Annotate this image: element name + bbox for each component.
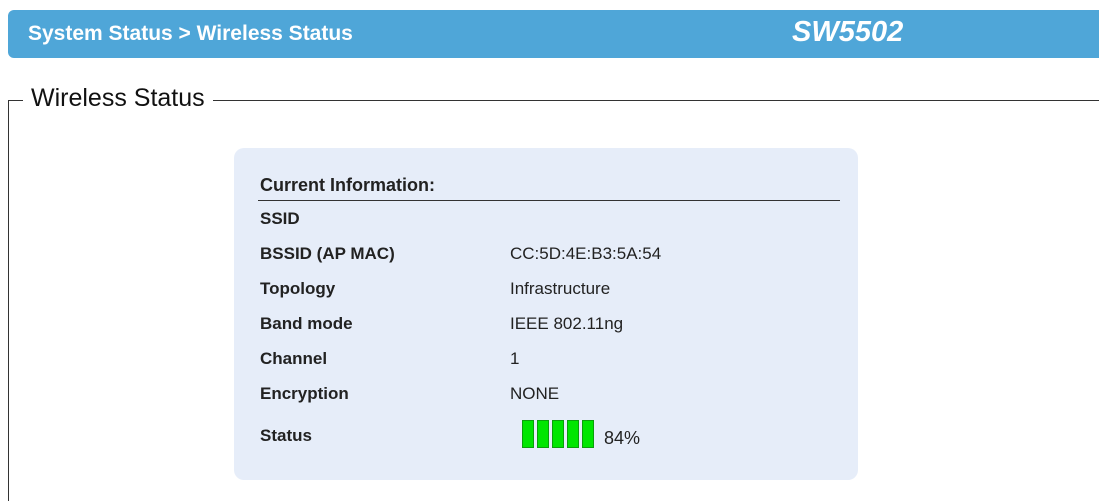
info-row-bssid: BSSID (AP MAC) CC:5D:4E:B3:5A:54: [234, 239, 858, 269]
signal-bar: [552, 420, 564, 448]
signal-bar: [567, 420, 579, 448]
info-row-channel: Channel 1: [234, 344, 858, 374]
row-label: Topology: [260, 279, 336, 298]
info-row-band-mode: Band mode IEEE 802.11ng: [234, 309, 858, 339]
signal-percent: 84%: [604, 428, 641, 448]
row-label: Channel: [260, 349, 328, 368]
divider: [258, 200, 840, 201]
row-value: NONE: [510, 384, 560, 403]
row-label: Status: [260, 426, 312, 445]
row-label: Encryption: [260, 384, 349, 403]
device-model: SW5502: [792, 16, 904, 48]
info-row-topology: Topology Infrastructure: [234, 274, 858, 304]
row-value: Infrastructure: [510, 279, 611, 298]
row-label: BSSID (AP MAC): [260, 244, 395, 263]
section-title: Wireless Status: [23, 84, 213, 113]
row-value: CC:5D:4E:B3:5A:54: [510, 244, 662, 263]
signal-bar: [537, 420, 549, 448]
current-information-panel: Current Information: SSID BSSID (AP MAC)…: [234, 148, 858, 480]
row-value: 1: [510, 349, 520, 368]
info-row-ssid: SSID: [234, 204, 858, 234]
row-label: Band mode: [260, 314, 353, 333]
signal-bar: [522, 420, 534, 448]
signal-bar: [582, 420, 594, 448]
breadcrumb: System Status > Wireless Status: [28, 22, 353, 45]
page-header: System Status > Wireless Status SW5502: [8, 10, 1099, 58]
row-label: SSID: [260, 209, 300, 228]
panel-title: Current Information:: [260, 175, 435, 195]
row-value: IEEE 802.11ng: [510, 314, 624, 333]
info-row-encryption: Encryption NONE: [234, 379, 858, 409]
